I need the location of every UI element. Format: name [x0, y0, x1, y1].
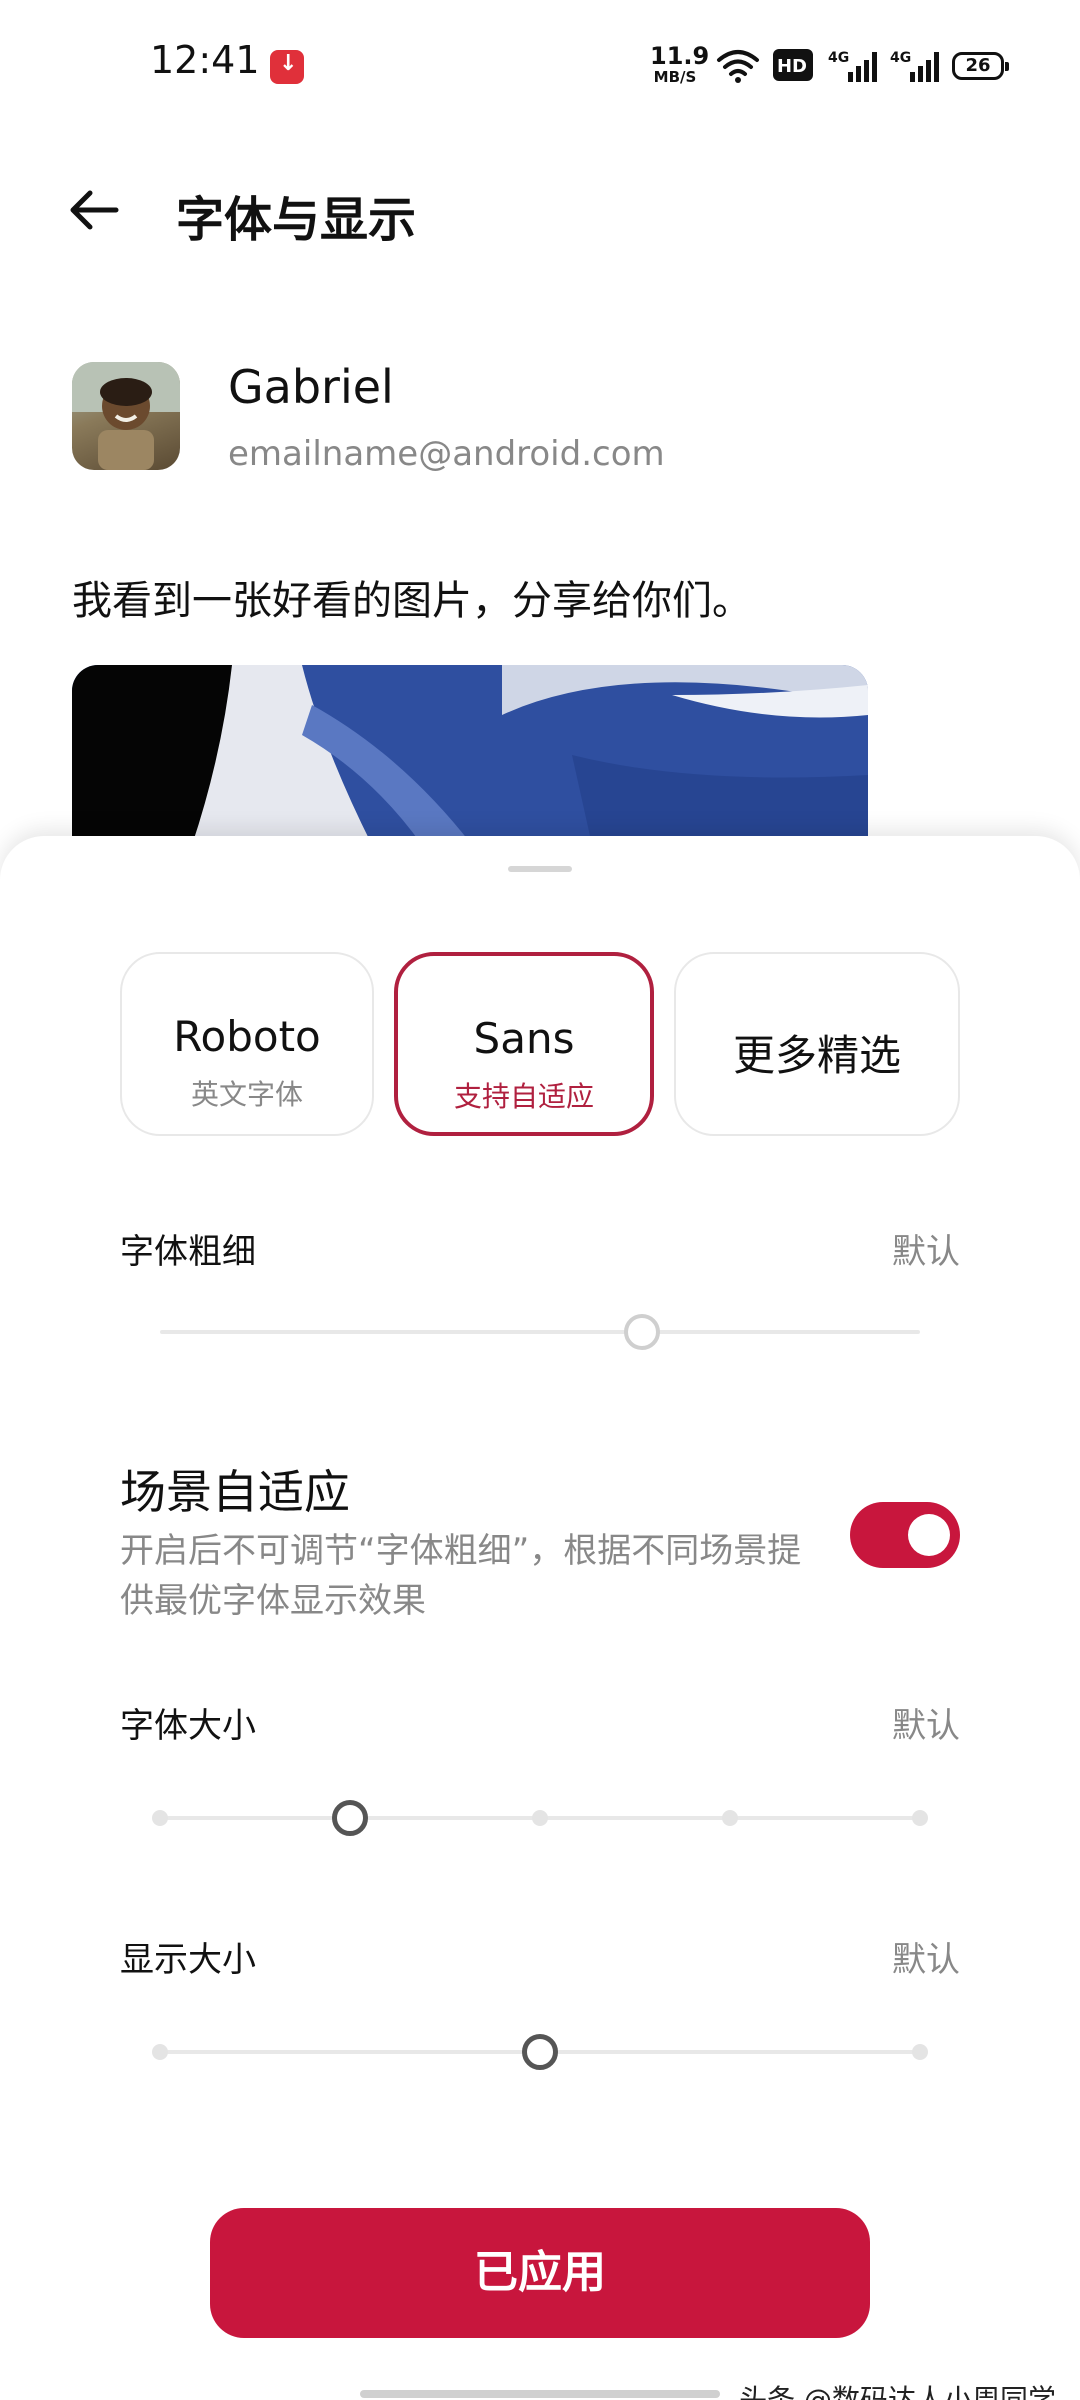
slider-step-dot: [912, 1810, 928, 1826]
display-size-slider-thumb[interactable]: [522, 2034, 558, 2070]
font-option-subtitle: 英文字体: [190, 1078, 303, 1111]
slider-step-dot: [532, 1810, 548, 1826]
font-option-subtitle: 支持自适应: [453, 1080, 594, 1113]
back-arrow-icon: [70, 190, 119, 230]
signal-4g-icon-2: 4G: [890, 50, 939, 82]
network-speed-value: 11.9: [650, 42, 710, 70]
preview-user-email: emailname@android.com: [228, 434, 665, 474]
font-weight-slider[interactable]: [160, 1314, 920, 1350]
font-size-label: 字体大小: [120, 1706, 256, 1746]
slider-step-dot: [152, 1810, 168, 1826]
slider-step-dot: [912, 2044, 928, 2060]
hd-label: HD: [777, 56, 807, 77]
font-option-more[interactable]: 更多精选: [674, 952, 960, 1136]
font-size-value: 默认: [892, 1706, 960, 1746]
font-option-roboto[interactable]: Roboto 英文字体: [120, 952, 374, 1136]
scene-adaptive-title: 场景自适应: [120, 1465, 350, 1519]
scene-adaptive-toggle[interactable]: [850, 1502, 960, 1568]
scene-adaptive-description: 开启后不可调节“字体粗细”，根据不同场景提供最优字体显示效果: [120, 1531, 802, 1621]
preview-message: 我看到一张好看的图片，分享给你们。: [72, 578, 752, 624]
back-button[interactable]: [64, 180, 124, 240]
hd-icon: HD: [773, 49, 813, 81]
font-option-name: 更多精选: [732, 1031, 901, 1080]
preview-image: [72, 665, 868, 845]
slider-step-dot: [152, 2044, 168, 2060]
font-option-sans[interactable]: Sans 支持自适应: [394, 952, 654, 1136]
battery-level: 26: [965, 55, 991, 76]
page-title: 字体与显示: [176, 192, 417, 248]
watermark: 头条 @数码达人小周同学: [739, 2383, 1056, 2400]
slider-step-dot: [722, 1810, 738, 1826]
font-weight-value: 默认: [892, 1232, 960, 1272]
display-size-label: 显示大小: [120, 1940, 256, 1980]
font-size-slider[interactable]: [152, 1800, 928, 1836]
display-size-slider[interactable]: [152, 2034, 928, 2070]
avatar: [72, 362, 180, 470]
status-time: 12:41: [150, 38, 260, 82]
font-weight-label: 字体粗细: [120, 1232, 256, 1272]
network-speed: 11.9 MB/S: [650, 42, 710, 86]
screen: 12:41 11.9 MB/S HD 4G 4G: [0, 0, 1080, 2400]
font-weight-slider-thumb[interactable]: [624, 1314, 660, 1350]
status-bar: 12:41 11.9 MB/S HD 4G 4G: [0, 0, 1080, 130]
preview-image-art: [72, 665, 868, 845]
font-option-name: Sans: [473, 1014, 575, 1063]
font-settings-sheet: Roboto 英文字体 Sans 支持自适应 更多精选 字体粗细 默认 场景自适…: [0, 836, 1080, 2400]
gesture-nav-bar[interactable]: [360, 2390, 720, 2398]
font-option-name: Roboto: [173, 1012, 321, 1061]
preview-user-name: Gabriel: [228, 360, 394, 414]
signal-1-label: 4G: [828, 50, 849, 66]
signal-2-label: 4G: [890, 50, 911, 66]
wifi-icon: [717, 50, 759, 83]
battery-icon: 26: [952, 52, 1009, 80]
notification-app-icon: [270, 50, 304, 84]
font-size-slider-thumb[interactable]: [332, 1800, 368, 1836]
signal-4g-icon-1: 4G: [828, 50, 877, 82]
avatar-photo: [72, 362, 180, 470]
toggle-knob: [908, 1514, 950, 1556]
network-speed-unit: MB/S: [653, 68, 697, 86]
display-size-value: 默认: [892, 1940, 960, 1980]
sheet-drag-handle[interactable]: [508, 866, 572, 872]
apply-button[interactable]: 已应用: [210, 2208, 870, 2338]
